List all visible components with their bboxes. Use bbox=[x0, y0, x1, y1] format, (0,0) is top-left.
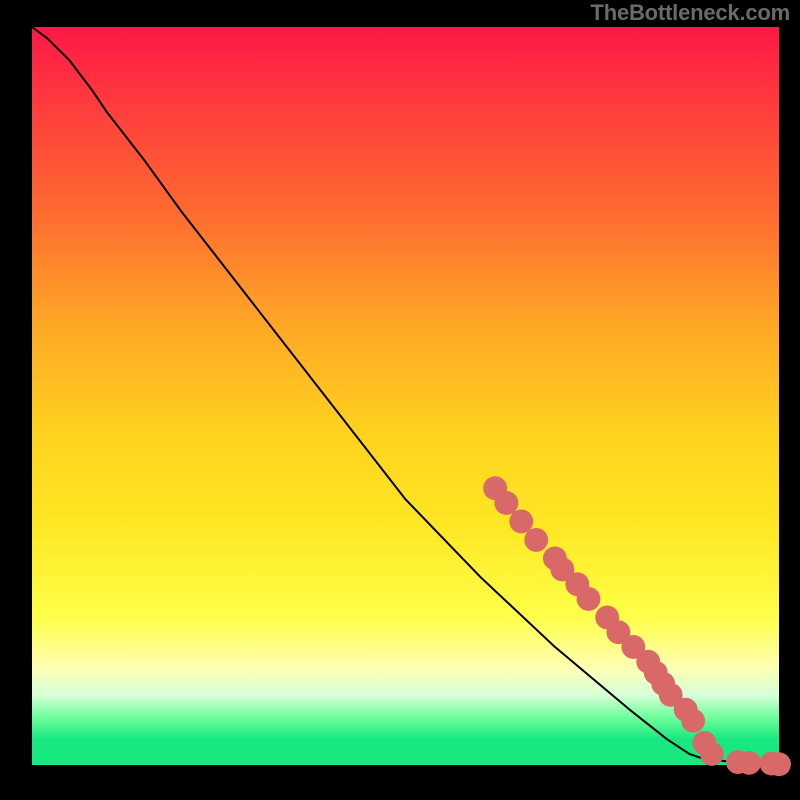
data-point bbox=[767, 752, 791, 776]
plot-background bbox=[32, 27, 779, 765]
data-point bbox=[737, 751, 761, 775]
data-point bbox=[700, 742, 724, 766]
data-point bbox=[494, 491, 518, 515]
data-point bbox=[524, 528, 548, 552]
watermark-text: TheBottleneck.com bbox=[590, 0, 790, 26]
bottleneck-chart bbox=[0, 0, 800, 800]
chart-frame: TheBottleneck.com bbox=[0, 0, 800, 800]
data-point bbox=[577, 587, 601, 611]
data-point bbox=[509, 510, 533, 534]
data-point bbox=[681, 709, 705, 733]
